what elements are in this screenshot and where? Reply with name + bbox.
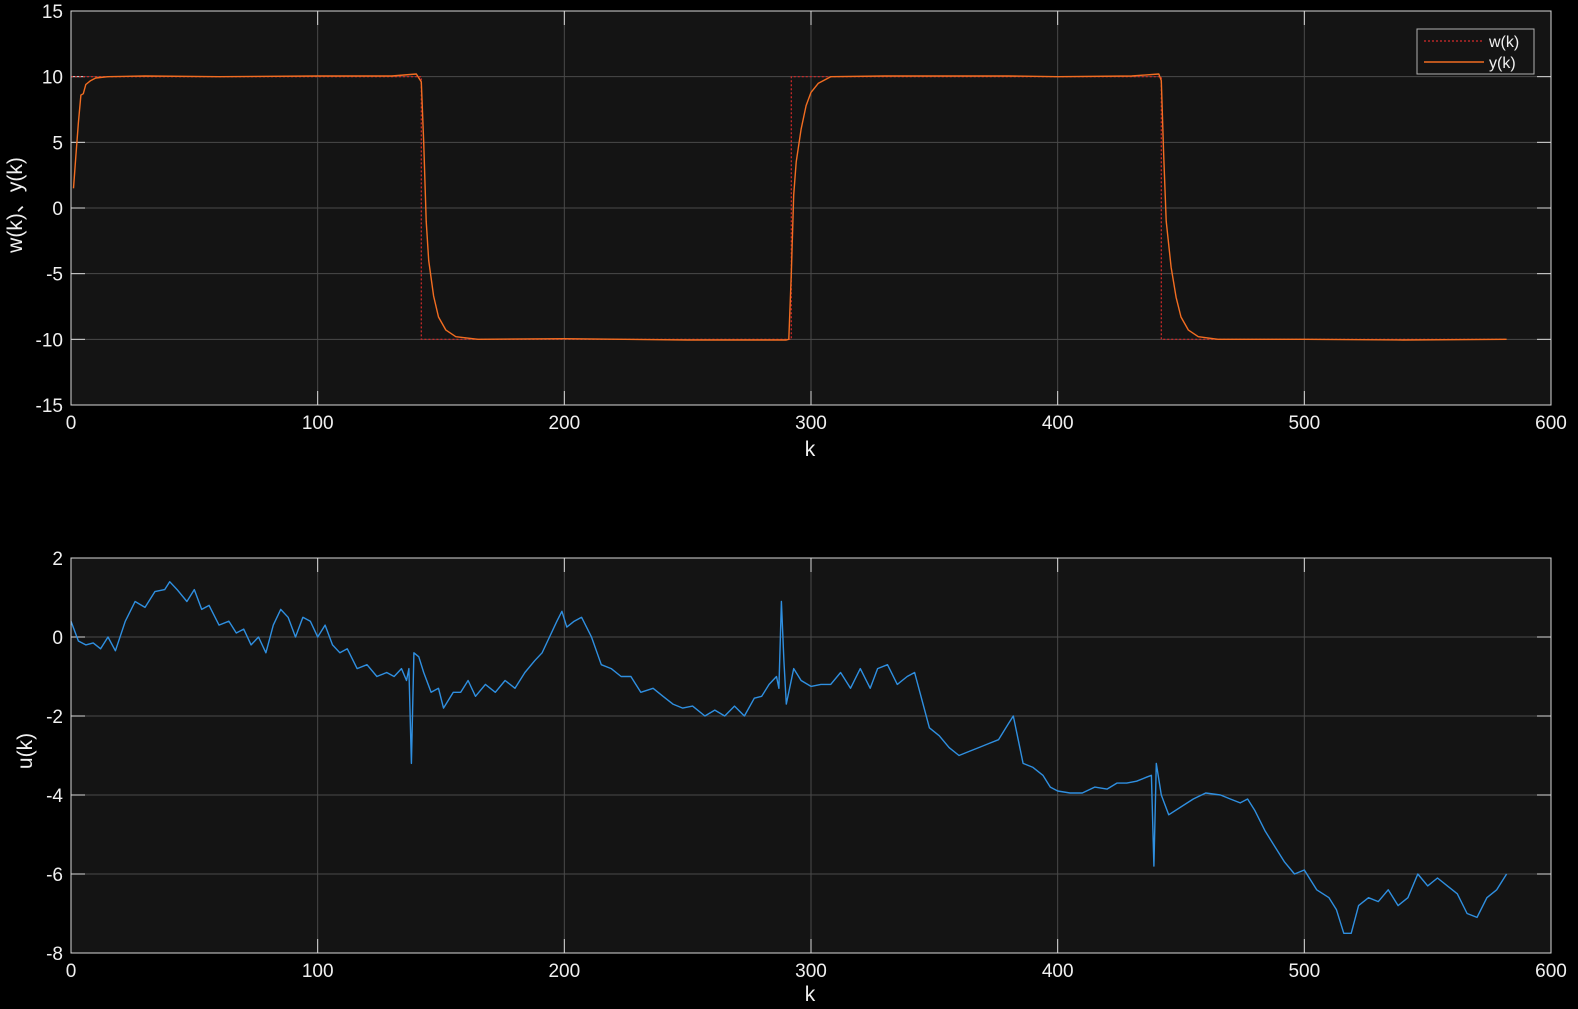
x-tick-label: 0 (66, 413, 77, 434)
y-tick-label: -2 (46, 707, 63, 728)
x-tick-label: 300 (795, 961, 827, 982)
top-subplot: k w(k)、y(k) w(k) y(k) 0 100 200 300 400 500 60… (4, 2, 1567, 461)
x-tick-label: 600 (1535, 961, 1567, 982)
bottom-subplot: k u(k) 0 100 200 300 400 500 600 2 0 -2 -4 -6 -8 (14, 549, 1567, 1006)
y-tick-label: -10 (36, 330, 63, 351)
y-tick-label: 10 (42, 68, 63, 89)
y-tick-label: 0 (52, 199, 63, 220)
y-tick-label: -6 (46, 865, 63, 886)
x-tick-label: 500 (1288, 961, 1320, 982)
legend-y-label: y(k) (1489, 55, 1516, 72)
x-tick-label: 100 (302, 961, 334, 982)
y-tick-label: -5 (46, 265, 63, 286)
y-tick-label: 2 (52, 549, 63, 570)
y-tick-label: 0 (52, 628, 63, 649)
figure: k w(k)、y(k) w(k) y(k) 0 100 200 300 400 500 60… (0, 0, 1578, 1009)
top-ylabel: w(k)、y(k) (4, 157, 27, 254)
bottom-ylabel: u(k) (14, 733, 37, 769)
legend-w-label: w(k) (1488, 34, 1519, 51)
y-tick-label: -8 (46, 944, 63, 965)
x-tick-label: 400 (1042, 413, 1074, 434)
y-tick-label: 5 (52, 133, 63, 154)
x-tick-label: 300 (795, 413, 827, 434)
y-tick-label: -15 (36, 396, 63, 417)
y-tick-label: -4 (46, 786, 63, 807)
x-tick-label: 200 (548, 413, 580, 434)
x-tick-label: 500 (1288, 413, 1320, 434)
x-tick-label: 0 (66, 961, 77, 982)
x-tick-label: 400 (1042, 961, 1074, 982)
legend: w(k) y(k) (1416, 28, 1535, 75)
bottom-xlabel: k (805, 983, 816, 1006)
x-tick-label: 200 (548, 961, 580, 982)
top-xlabel: k (805, 438, 816, 461)
x-tick-label: 600 (1535, 413, 1567, 434)
y-tick-label: 15 (42, 2, 63, 23)
x-tick-label: 100 (302, 413, 334, 434)
